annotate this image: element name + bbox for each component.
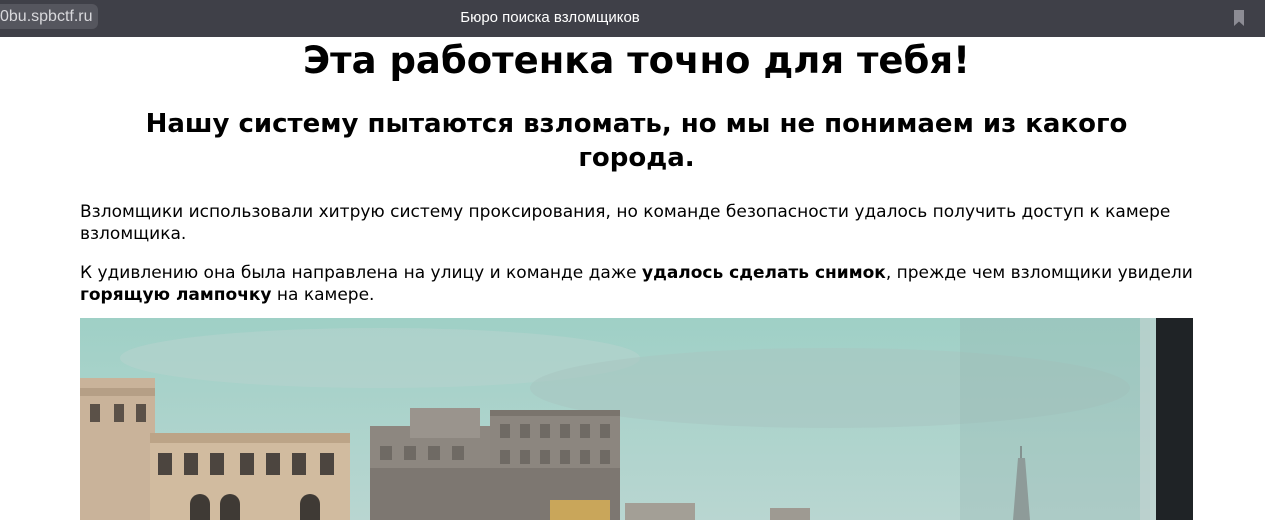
page-subtitle: Нашу систему пытаются взломать, но мы не… <box>145 109 1128 173</box>
street-photo <box>80 318 1193 520</box>
camera-snapshot-image <box>80 318 1193 520</box>
browser-toolbar: 0bu.spbctf.ru Бюро поиска взломщиков <box>0 0 1265 37</box>
emphasis-snapshot: удалось сделать снимок <box>642 263 886 283</box>
intro-paragraph: Взломщики использовали хитрую систему пр… <box>80 202 1171 244</box>
page-title: Эта работенка точно для тебя! <box>303 39 970 82</box>
bookmark-icon[interactable] <box>1232 9 1246 27</box>
emphasis-lamp: горящую лампочку <box>80 285 272 305</box>
paragraph-text: , прежде чем взломщики увидели <box>885 263 1193 283</box>
paragraph-text: К удивлению она была направлена на улицу… <box>80 263 643 283</box>
main-content: Эта работенка точно для тебя! Нашу систе… <box>80 37 1193 306</box>
page-tab-title: Бюро поиска взломщиков <box>460 9 640 26</box>
camera-paragraph: К удивлению она была направлена на улицу… <box>80 262 1193 306</box>
paragraph-text: на камере. <box>271 285 375 305</box>
